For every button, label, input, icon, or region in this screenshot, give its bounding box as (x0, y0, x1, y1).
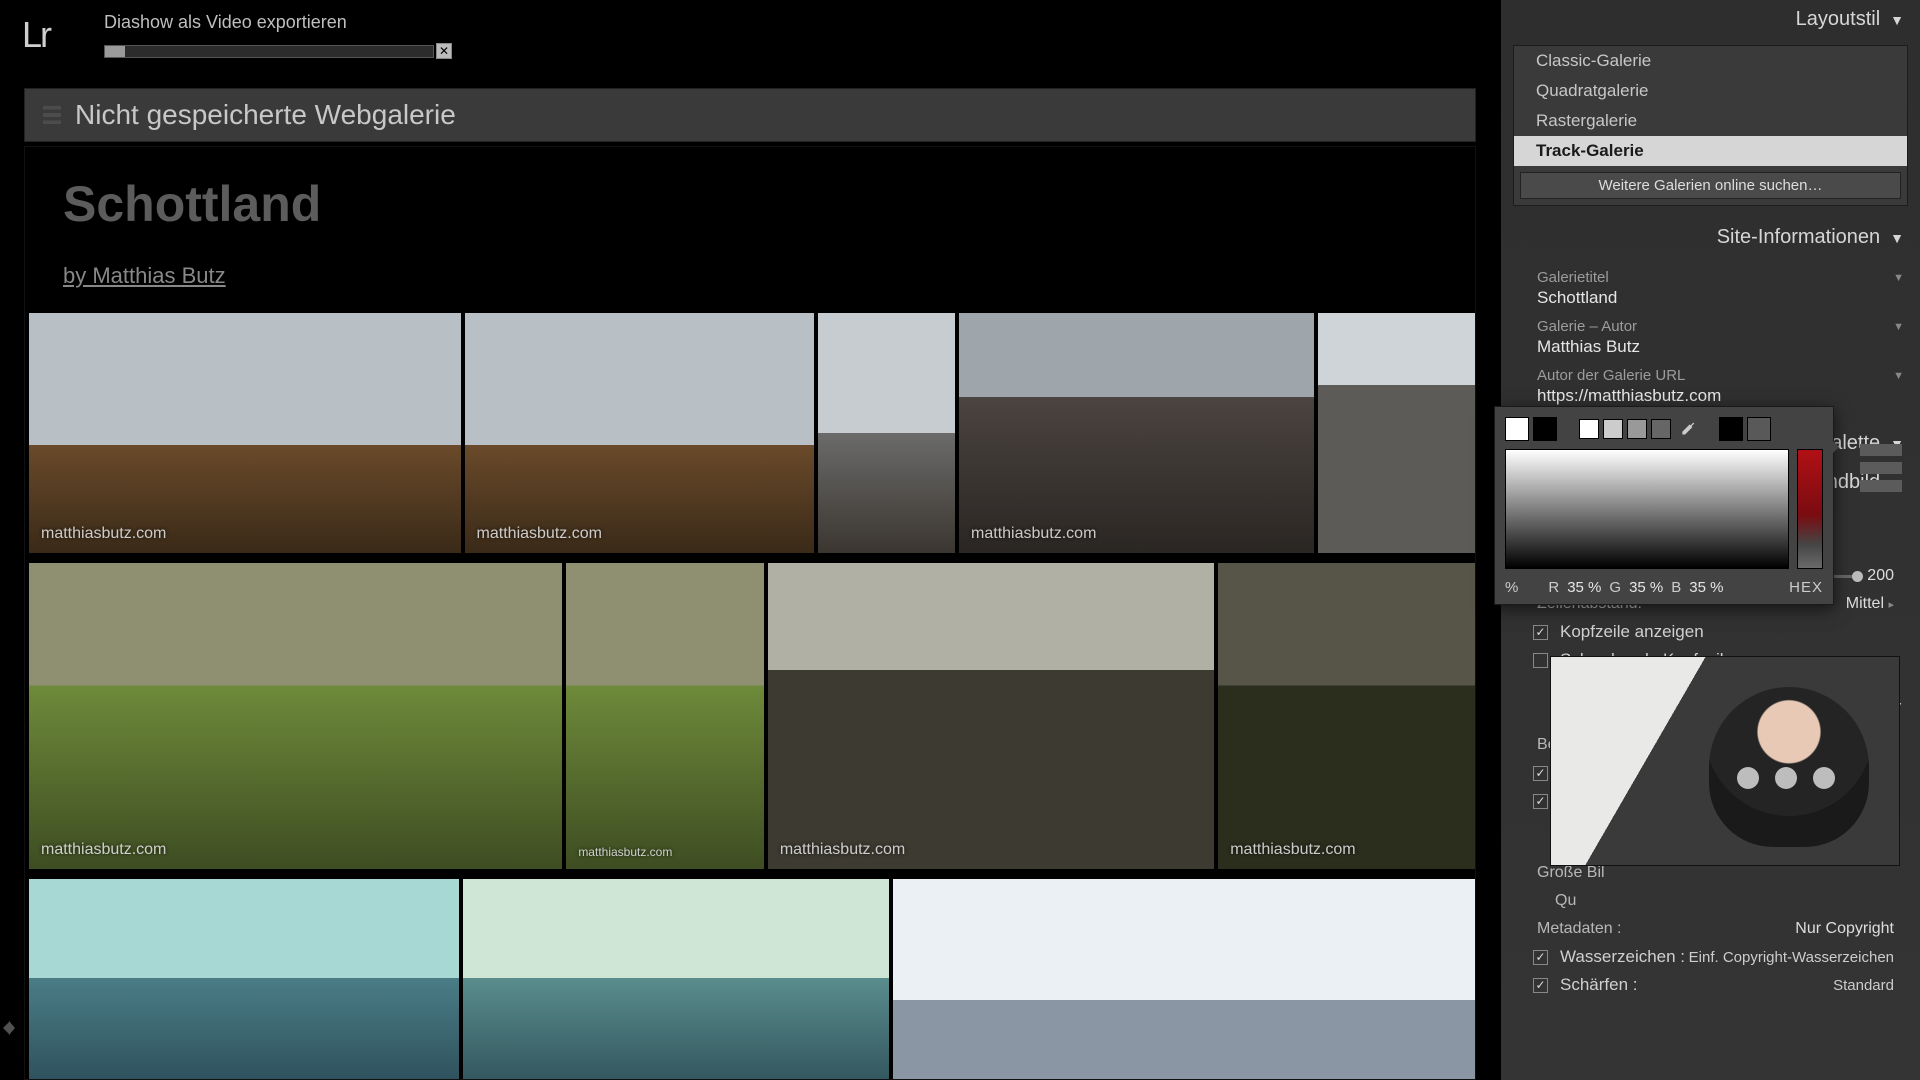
hex-label[interactable]: HEX (1789, 579, 1823, 596)
watermark-text: matthiasbutz.com (477, 525, 602, 543)
swatch-current[interactable] (1719, 417, 1743, 441)
gallery-thumb[interactable]: matthiasbutz.com (768, 563, 1214, 869)
gallery-thumb[interactable]: matthiasbutz.com (566, 563, 764, 869)
show-header-checkbox[interactable] (1533, 625, 1548, 640)
hue-slider[interactable] (1797, 449, 1823, 569)
show-header-label: Kopfzeile anzeigen (1560, 622, 1704, 642)
gallery-thumb[interactable] (1318, 313, 1475, 553)
gallery-author-url-input[interactable]: https://matthiasbutz.com (1537, 386, 1904, 406)
panel-header-layout[interactable]: Layoutstil ▼ (1501, 0, 1920, 39)
layout-item-grid[interactable]: Rastergalerie (1514, 106, 1907, 136)
gallery-thumb[interactable]: matthiasbutz.com (29, 313, 461, 553)
panel-title: Site-Informationen (1717, 226, 1880, 249)
color-picker-popover: % R 35 % G 35 % B 35 % HEX (1494, 406, 1834, 605)
gallery-thumb[interactable] (818, 313, 955, 553)
export-label: Diashow als Video exportieren (104, 12, 452, 33)
dropdown-icon[interactable]: ▼ (1893, 370, 1904, 382)
sharpen-label: Schärfen : (1560, 975, 1638, 995)
field-label: Galerie – Autor (1537, 318, 1637, 335)
title-checkbox[interactable] (1533, 766, 1548, 781)
watermark-value[interactable]: Einf. Copyright-Wasserzeichen (1689, 949, 1894, 966)
gallery-thumb[interactable]: matthiasbutz.com (1218, 563, 1475, 869)
web-gallery-preview: Schottland by Matthias Butz matthiasbutz… (24, 146, 1476, 1080)
gallery-thumb[interactable]: matthiasbutz.com (959, 313, 1314, 553)
g-value[interactable]: 35 % (1629, 579, 1663, 596)
preview-header-bar: Nicht gespeicherte Webgalerie (24, 88, 1476, 142)
collapse-icon: ▼ (1890, 12, 1904, 28)
watermark-checkbox[interactable] (1533, 950, 1548, 965)
gallery-thumb[interactable] (893, 879, 1475, 1080)
gallery-thumb[interactable] (29, 879, 459, 1080)
swatch-white[interactable] (1505, 417, 1529, 441)
palette-preset-bars[interactable] (1860, 444, 1902, 492)
swatch-preset[interactable] (1627, 419, 1647, 439)
sharpen-value[interactable]: Standard (1833, 977, 1894, 994)
watermark-text: matthiasbutz.com (971, 525, 1096, 543)
gallery-thumb[interactable] (463, 879, 889, 1080)
r-value[interactable]: 35 % (1567, 579, 1601, 596)
dropdown-icon[interactable]: ▼ (1893, 321, 1904, 333)
field-label: Autor der Galerie URL (1537, 367, 1685, 384)
watermark-label: Wasserzeichen : (1560, 947, 1685, 967)
b-label: B (1671, 579, 1681, 596)
metadata-value[interactable]: Nur Copyright (1795, 920, 1894, 938)
find-more-galleries-button[interactable]: Weitere Galerien online suchen… (1520, 172, 1901, 199)
swatch-preset[interactable] (1579, 419, 1599, 439)
quality-label: Qu (1537, 892, 1576, 910)
saturation-lightness-field[interactable] (1505, 449, 1789, 569)
b-value[interactable]: 35 % (1689, 579, 1723, 596)
collapse-icon: ▼ (1890, 230, 1904, 246)
export-progress-bar (104, 45, 434, 58)
gallery-title-input[interactable]: Schottland (1537, 288, 1904, 308)
percent-label: % (1505, 579, 1518, 596)
export-progress-overlay: Diashow als Video exportieren ✕ (104, 12, 452, 59)
gallery-thumb[interactable]: matthiasbutz.com (29, 563, 562, 869)
layout-item-track[interactable]: Track-Galerie (1514, 136, 1907, 166)
watermark-text: matthiasbutz.com (1230, 841, 1355, 859)
line-spacing-value[interactable]: Mittel ▸ (1846, 595, 1894, 613)
metadata-label: Metadaten : (1537, 920, 1622, 938)
layout-style-list: Classic-Galerie Quadratgalerie Rastergal… (1513, 45, 1908, 206)
swatch-black[interactable] (1533, 417, 1557, 441)
row-width-value: 200 (1867, 567, 1894, 585)
dropdown-icon[interactable]: ▼ (1893, 272, 1904, 284)
panel-resize-handle[interactable] (2, 1016, 16, 1040)
gallery-author-input[interactable]: Matthias Butz (1537, 337, 1904, 357)
r-label: R (1548, 579, 1559, 596)
webcam-overlay (1550, 656, 1900, 866)
watermark-text: matthiasbutz.com (780, 841, 905, 859)
app-logo: Lr (22, 14, 50, 56)
eyedropper-icon[interactable] (1675, 418, 1697, 440)
large-images-label: Große Bil (1537, 864, 1605, 882)
export-cancel-button[interactable]: ✕ (436, 43, 452, 59)
panel-title: Layoutstil (1796, 8, 1881, 31)
sharpen-checkbox[interactable] (1533, 978, 1548, 993)
gallery-thumb[interactable]: matthiasbutz.com (465, 313, 814, 553)
gallery-byline-link[interactable]: by Matthias Butz (63, 263, 226, 289)
field-label: Galerietitel (1537, 269, 1609, 286)
floating-header-checkbox[interactable] (1533, 653, 1548, 668)
swatch-preset[interactable] (1603, 419, 1623, 439)
preview-header-title: Nicht gespeicherte Webgalerie (75, 99, 456, 131)
gallery-title: Schottland (63, 175, 1475, 233)
swatch-preset[interactable] (1651, 419, 1671, 439)
layout-item-classic[interactable]: Classic-Galerie (1514, 46, 1907, 76)
swatch-previous[interactable] (1747, 417, 1771, 441)
g-label: G (1609, 579, 1621, 596)
drag-grip-icon[interactable] (43, 106, 61, 124)
watermark-text: matthiasbutz.com (41, 525, 166, 543)
description-checkbox[interactable] (1533, 794, 1548, 809)
panel-header-siteinfo[interactable]: Site-Informationen ▼ (1501, 218, 1920, 257)
watermark-text: matthiasbutz.com (41, 841, 166, 859)
watermark-text: matthiasbutz.com (578, 845, 672, 859)
layout-item-square[interactable]: Quadratgalerie (1514, 76, 1907, 106)
